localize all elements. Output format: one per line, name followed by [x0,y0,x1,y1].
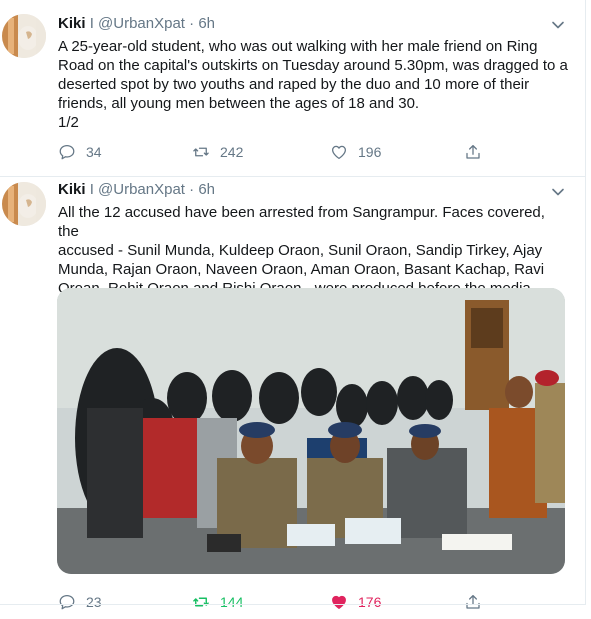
reply-button[interactable]: 34 [58,140,102,164]
like-button[interactable]: 176 [330,590,381,614]
reply-icon [59,144,75,160]
user-handle[interactable]: @UrbanXpat [98,181,185,198]
avatar[interactable] [2,14,46,58]
timeline-border [585,0,586,605]
like-icon [331,145,347,160]
display-name[interactable]: Kiki [58,15,86,32]
chevron-down-icon[interactable] [551,18,565,32]
like-count: 176 [358,594,382,610]
like-count: 196 [358,144,382,160]
retweet-button[interactable]: 144 [192,590,243,614]
reply-icon [59,594,75,610]
timestamp[interactable]: 6h [198,15,215,32]
tweet-header: Kiki I @UrbanXpat · 6h [58,14,215,34]
name-separator: I [89,181,94,198]
tweet-actions: 34 242 196 [58,140,498,164]
retweet-icon [193,147,209,157]
reply-count: 34 [86,144,102,160]
reply-count: 23 [86,594,102,610]
share-icon [466,144,480,159]
avatar[interactable] [2,182,46,226]
reply-button[interactable]: 23 [58,590,102,614]
tweet-1[interactable]: Kiki I @UrbanXpat · 6h A 25-year-old stu… [0,0,585,176]
name-separator: I [89,15,94,32]
bottom-divider [0,604,585,605]
time-dot: · [189,181,195,198]
tweet-header: Kiki I @UrbanXpat · 6h [58,180,215,200]
retweet-count: 242 [220,144,244,160]
tweet-text: A 25-year-old student, who was out walki… [58,38,568,131]
time-dot: · [189,15,195,32]
timestamp[interactable]: 6h [198,181,215,198]
share-icon [466,594,480,609]
like-button[interactable]: 196 [330,140,381,164]
tweet-photo[interactable] [57,288,565,574]
photo-illustration [57,288,565,574]
like-icon [332,595,346,609]
retweet-icon [193,597,209,607]
share-button[interactable] [464,590,492,614]
display-name[interactable]: Kiki [58,181,86,198]
retweet-count: 144 [220,594,244,610]
tweet-text: All the 12 accused have been arrested fr… [58,204,545,297]
retweet-button[interactable]: 242 [192,140,243,164]
share-button[interactable] [464,140,492,164]
chevron-down-icon[interactable] [551,185,565,199]
user-handle[interactable]: @UrbanXpat [98,15,185,32]
tweet-actions: 23 144 176 [58,590,498,614]
